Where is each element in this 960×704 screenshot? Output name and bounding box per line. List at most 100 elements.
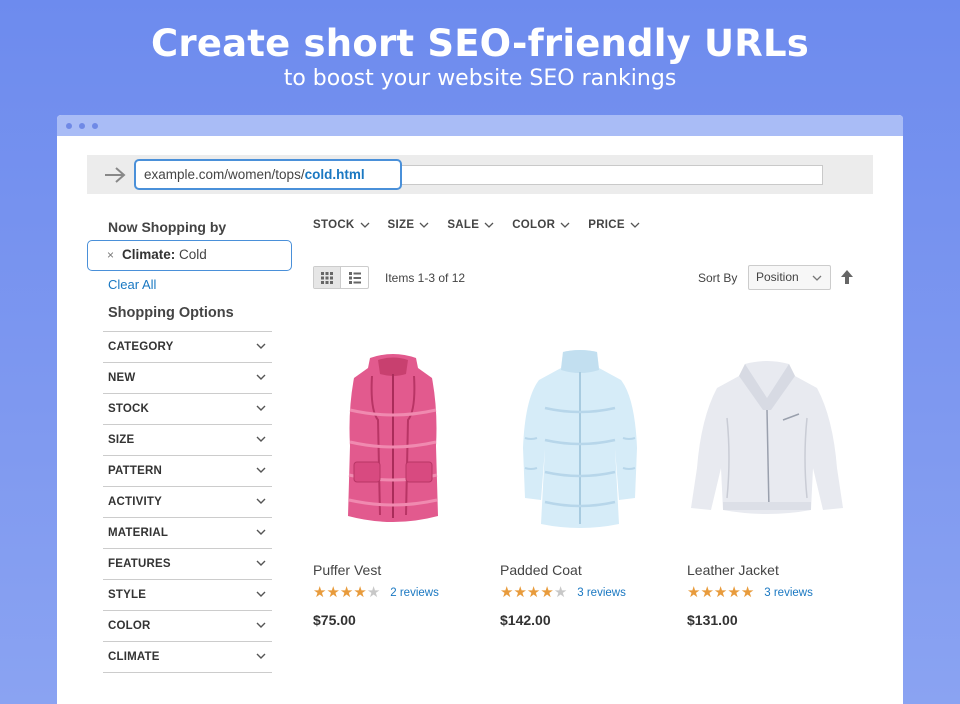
option-climate[interactable]: CLIMATE — [103, 642, 272, 673]
top-filter-label: PRICE — [588, 219, 625, 231]
chevron-down-icon — [256, 591, 266, 597]
window-dot-icon[interactable] — [79, 123, 85, 129]
option-features[interactable]: FEATURES — [103, 549, 272, 580]
star-icon: ★ — [700, 584, 714, 601]
puffer-vest-image[interactable] — [313, 340, 473, 540]
option-category[interactable]: CATEGORY — [103, 332, 272, 363]
option-label: NEW — [108, 372, 136, 384]
product-price: $142.00 — [500, 612, 551, 628]
list-icon — [348, 271, 361, 284]
active-filter-value: Cold — [179, 247, 207, 262]
top-filter-price[interactable]: PRICE — [588, 219, 640, 231]
option-size[interactable]: SIZE — [103, 425, 272, 456]
chevron-down-icon — [256, 405, 266, 411]
option-label: CATEGORY — [108, 341, 174, 353]
star-icon: ★ — [339, 584, 354, 601]
star-empty-icon: ★ — [366, 584, 381, 601]
star-empty-icon: ★ — [553, 584, 568, 601]
chevron-down-icon — [256, 467, 266, 473]
star-icon: ★ — [313, 584, 327, 601]
chevron-down-icon — [360, 222, 370, 228]
reviews-link[interactable]: 2 reviews — [390, 587, 439, 599]
option-material[interactable]: MATERIAL — [103, 518, 272, 549]
product-rating: ★ ★ ★ ★ ★ 3 reviews — [687, 585, 813, 600]
sort-by-label: Sort By — [698, 271, 738, 285]
option-label: CLIMATE — [108, 651, 160, 663]
star-icon: ★ — [513, 584, 527, 601]
sort-value: Position — [756, 270, 799, 284]
chevron-down-icon — [484, 222, 494, 228]
star-icon: ★ — [727, 584, 741, 601]
star-icon: ★ — [713, 584, 728, 601]
top-filter-size[interactable]: SIZE — [388, 219, 430, 231]
option-label: STYLE — [108, 589, 147, 601]
top-filter-sale[interactable]: SALE — [447, 219, 494, 231]
product-name[interactable]: Padded Coat — [500, 562, 582, 578]
option-color[interactable]: COLOR — [103, 611, 272, 642]
grid-view-button[interactable] — [314, 267, 342, 288]
product-name[interactable]: Puffer Vest — [313, 562, 381, 578]
star-icon: ★ — [740, 584, 755, 601]
top-filter-label: COLOR — [512, 219, 556, 231]
chevron-down-icon — [256, 560, 266, 566]
product-card[interactable]: Leather Jacket ★ ★ ★ ★ ★ 3 reviews $131.00 — [687, 340, 857, 628]
option-label: MATERIAL — [108, 527, 169, 539]
remove-filter-icon[interactable]: × — [107, 241, 114, 269]
product-price: $75.00 — [313, 612, 356, 628]
padded-coat-image[interactable] — [500, 340, 660, 540]
product-card[interactable]: Padded Coat ★ ★ ★ ★ ★ 3 reviews $142.00 — [500, 340, 670, 628]
chevron-down-icon — [419, 222, 429, 228]
star-icon: ★ — [540, 584, 554, 601]
items-count: Items 1-3 of 12 — [385, 271, 466, 285]
banner-title: Create short SEO-friendly URLs — [151, 22, 809, 65]
arrow-right-icon[interactable] — [103, 165, 127, 185]
leather-jacket-image[interactable] — [687, 340, 847, 540]
chevron-down-icon — [256, 653, 266, 659]
option-style[interactable]: STYLE — [103, 580, 272, 611]
arrow-up-icon[interactable] — [841, 270, 853, 284]
chevron-down-icon — [256, 436, 266, 442]
product-rating: ★ ★ ★ ★ ★ 3 reviews — [500, 585, 626, 600]
chevron-down-icon — [256, 498, 266, 504]
grid-icon — [321, 271, 333, 284]
window-dot-icon[interactable] — [92, 123, 98, 129]
url-prefix: example.com/women/tops/ — [144, 167, 305, 182]
shopping-options-list: CATEGORY NEW STOCK SIZE PATTERN ACTIVITY… — [103, 331, 272, 673]
star-icon: ★ — [526, 584, 541, 601]
star-icon: ★ — [687, 584, 701, 601]
product-price: $131.00 — [687, 612, 738, 628]
chevron-down-icon — [256, 529, 266, 535]
option-label: FEATURES — [108, 558, 171, 570]
star-icon: ★ — [353, 584, 367, 601]
option-label: STOCK — [108, 403, 150, 415]
option-new[interactable]: NEW — [103, 363, 272, 394]
option-label: PATTERN — [108, 465, 162, 477]
top-filter-label: SIZE — [387, 219, 415, 231]
top-filter-stock[interactable]: STOCK — [313, 219, 370, 231]
window-dot-icon[interactable] — [66, 123, 72, 129]
reviews-link[interactable]: 3 reviews — [764, 587, 813, 599]
option-label: SIZE — [108, 434, 135, 446]
url-input[interactable]: example.com/women/tops/cold.html — [134, 159, 402, 190]
product-rating: ★ ★ ★ ★ ★ 2 reviews — [313, 585, 439, 600]
address-bar: example.com/women/tops/cold.html — [87, 155, 873, 194]
browser-window: example.com/women/tops/cold.html Now Sho… — [57, 115, 903, 704]
option-label: ACTIVITY — [108, 496, 162, 508]
reviews-link[interactable]: 3 reviews — [577, 587, 626, 599]
option-stock[interactable]: STOCK — [103, 394, 272, 425]
star-icon: ★ — [326, 584, 340, 601]
product-name[interactable]: Leather Jacket — [687, 562, 779, 578]
list-view-button[interactable] — [341, 267, 368, 288]
option-label: COLOR — [108, 620, 151, 632]
browser-titlebar — [57, 115, 903, 136]
sort-select[interactable]: Position — [748, 265, 831, 290]
product-card[interactable]: Puffer Vest ★ ★ ★ ★ ★ 2 reviews $75.00 — [313, 340, 483, 628]
option-activity[interactable]: ACTIVITY — [103, 487, 272, 518]
active-filter-label: Climate: — [122, 247, 176, 262]
chevron-down-icon — [256, 374, 266, 380]
top-filter-color[interactable]: COLOR — [512, 219, 570, 231]
active-filter: × Climate: Cold — [87, 240, 292, 271]
view-mode-switcher — [313, 266, 369, 289]
clear-all-link[interactable]: Clear All — [108, 277, 156, 292]
option-pattern[interactable]: PATTERN — [103, 456, 272, 487]
